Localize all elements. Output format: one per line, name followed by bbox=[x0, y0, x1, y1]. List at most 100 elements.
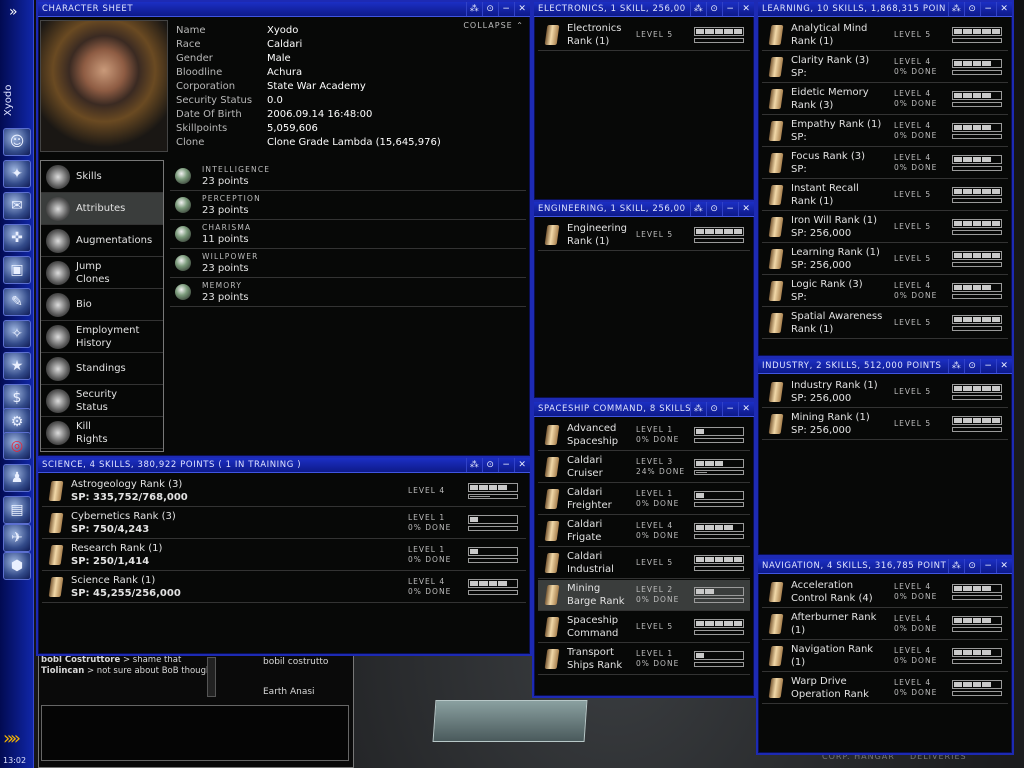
skill-row[interactable]: Focus Rank (3) SP: LEVEL 4 0% DONE bbox=[762, 148, 1008, 179]
close-icon[interactable]: ✕ bbox=[996, 359, 1012, 373]
options-icon[interactable]: ⊙ bbox=[482, 458, 498, 472]
skill-row[interactable]: Navigation Rank (1) LEVEL 4 0% DONE bbox=[762, 641, 1008, 672]
chat-scrollbar[interactable] bbox=[207, 657, 216, 697]
double-chevron-icon[interactable]: » bbox=[9, 4, 18, 20]
pin-icon[interactable]: ⁂ bbox=[466, 2, 482, 16]
close-icon[interactable]: ✕ bbox=[514, 458, 530, 472]
member-list[interactable]: bobil costrutto Earth Anasi bbox=[223, 655, 349, 699]
minimize-icon[interactable]: − bbox=[980, 359, 996, 373]
skill-row[interactable]: Advanced Spaceship LEVEL 1 0% DONE bbox=[538, 420, 750, 451]
skill-row[interactable]: Caldari Industrial LEVEL 5 bbox=[538, 548, 750, 579]
chat-message-list[interactable]: bobl Costruttore > shame that Tiolincan … bbox=[41, 655, 217, 699]
portrait-icon[interactable]: ☺ bbox=[3, 128, 31, 156]
mail-icon[interactable]: ✉ bbox=[3, 192, 31, 220]
pin-icon[interactable]: ⁂ bbox=[690, 202, 706, 216]
engineering-titlebar[interactable]: ENGINEERING, 1 SKILL, 256,00 ⁂ ⊙ − ✕ bbox=[534, 202, 754, 217]
learning-titlebar[interactable]: LEARNING, 10 SKILLS, 1,868,315 POIN ⁂ ⊙ − ✕ bbox=[758, 2, 1012, 17]
ship-hangar-icon[interactable]: ⬢ bbox=[3, 552, 31, 580]
close-icon[interactable]: ✕ bbox=[996, 2, 1012, 16]
skill-row[interactable]: Caldari Frigate LEVEL 4 0% DONE bbox=[538, 516, 750, 547]
navigation-titlebar[interactable]: NAVIGATION, 4 SKILLS, 316,785 POINT ⁂ ⊙ − ✕ bbox=[758, 559, 1012, 574]
minimize-icon[interactable]: − bbox=[722, 202, 738, 216]
character-sheet-titlebar[interactable]: CHARACTER SHEET ⁂ ⊙ − ✕ bbox=[38, 2, 530, 17]
pin-icon[interactable]: ⁂ bbox=[948, 2, 964, 16]
minimize-icon[interactable]: − bbox=[980, 559, 996, 573]
nav-item-security[interactable]: Security Status bbox=[41, 385, 163, 417]
nav-item-bio[interactable]: Bio bbox=[41, 289, 163, 321]
skill-row[interactable]: Learning Rank (1) SP: 256,000 LEVEL 5 bbox=[762, 244, 1008, 275]
skill-row[interactable]: Mining Rank (1) SP: 256,000 LEVEL 5 bbox=[762, 409, 1008, 440]
skill-row[interactable]: Logic Rank (3) SP: LEVEL 4 0% DONE bbox=[762, 276, 1008, 307]
chat-author[interactable]: bobl Costruttore bbox=[41, 655, 120, 665]
minimize-icon[interactable]: − bbox=[722, 402, 738, 416]
options-icon[interactable]: ⊙ bbox=[706, 2, 722, 16]
skill-row[interactable]: Spaceship Command LEVEL 5 bbox=[538, 612, 750, 643]
skill-row[interactable]: Warp Drive Operation Rank LEVEL 4 0% DONE bbox=[762, 673, 1008, 704]
nav-item-employment[interactable]: Employment History bbox=[41, 321, 163, 353]
help-ring-icon[interactable]: ◎ bbox=[3, 432, 31, 460]
map-icon[interactable]: ✧ bbox=[3, 320, 31, 348]
skill-row[interactable]: Instant Recall Rank (1) LEVEL 5 bbox=[762, 180, 1008, 211]
skill-row[interactable]: Afterburner Rank (1) LEVEL 4 0% DONE bbox=[762, 609, 1008, 640]
minimize-icon[interactable]: − bbox=[722, 2, 738, 16]
skill-row[interactable]: Caldari Freighter LEVEL 1 0% DONE bbox=[538, 484, 750, 515]
nav-item-standings[interactable]: Standings bbox=[41, 353, 163, 385]
science-titlebar[interactable]: SCIENCE, 4 SKILLS, 380,922 POINTS ( 1 IN… bbox=[38, 458, 530, 473]
skill-row[interactable]: Spatial Awareness Rank (1) LEVEL 5 bbox=[762, 308, 1008, 339]
attribute-row[interactable]: INTELLIGENCE 23 points bbox=[170, 162, 526, 191]
close-icon[interactable]: ✕ bbox=[738, 2, 754, 16]
nav-item-kill[interactable]: Kill Rights bbox=[41, 417, 163, 449]
skill-row[interactable]: Transport Ships Rank LEVEL 1 0% DONE bbox=[538, 644, 750, 675]
pin-icon[interactable]: ⁂ bbox=[948, 559, 964, 573]
close-icon[interactable]: ✕ bbox=[514, 2, 530, 16]
close-icon[interactable]: ✕ bbox=[738, 202, 754, 216]
skill-row[interactable]: Cybernetics Rank (3) SP: 750/4,243 LEVEL 1… bbox=[42, 508, 526, 539]
options-icon[interactable]: ⊙ bbox=[964, 559, 980, 573]
attribute-row[interactable]: CHARISMA 11 points bbox=[170, 220, 526, 249]
skill-row[interactable]: Analytical Mind Rank (1) LEVEL 5 bbox=[762, 20, 1008, 51]
notepad-icon[interactable]: ✎ bbox=[3, 288, 31, 316]
corp-icon[interactable]: ♟ bbox=[3, 464, 31, 492]
fitting-icon[interactable]: ✈ bbox=[3, 524, 31, 552]
minimize-icon[interactable]: − bbox=[980, 2, 996, 16]
people-icon[interactable]: ✦ bbox=[3, 160, 31, 188]
attribute-row[interactable]: PERCEPTION 23 points bbox=[170, 191, 526, 220]
skill-row[interactable]: Electronics Rank (1) LEVEL 5 bbox=[538, 20, 750, 51]
market-icon[interactable]: ✜ bbox=[3, 224, 31, 252]
close-icon[interactable]: ✕ bbox=[738, 402, 754, 416]
expand-arrows-icon[interactable]: »» bbox=[3, 728, 21, 749]
journal-icon[interactable]: ▤ bbox=[3, 496, 31, 524]
electronics-titlebar[interactable]: ELECTRONICS, 1 SKILL, 256,00 ⁂ ⊙ − ✕ bbox=[534, 2, 754, 17]
skill-row[interactable]: Mining Barge Rank LEVEL 2 0% DONE bbox=[538, 580, 750, 611]
skill-row[interactable]: Eidetic Memory Rank (3) LEVEL 4 0% DONE bbox=[762, 84, 1008, 115]
collapse-button[interactable]: COLLAPSE ⌃ bbox=[463, 21, 524, 30]
assets-icon[interactable]: ▣ bbox=[3, 256, 31, 284]
skill-row[interactable]: Science Rank (1) SP: 45,255/256,000 LEVEL … bbox=[42, 572, 526, 603]
options-icon[interactable]: ⊙ bbox=[482, 2, 498, 16]
nav-item-skills[interactable]: Skills bbox=[41, 161, 163, 193]
minimize-icon[interactable]: − bbox=[498, 2, 514, 16]
chat-input[interactable] bbox=[41, 705, 349, 761]
skill-row[interactable]: Caldari Cruiser LEVEL 3 24% DONE bbox=[538, 452, 750, 483]
attribute-row[interactable]: MEMORY 23 points bbox=[170, 278, 526, 307]
skill-row[interactable]: Astrogeology Rank (3) SP: 335,752/768,000… bbox=[42, 476, 526, 507]
nav-item-augmentations[interactable]: Augmentations bbox=[41, 225, 163, 257]
pin-icon[interactable]: ⁂ bbox=[690, 2, 706, 16]
skill-row[interactable]: Acceleration Control Rank (4) LEVEL 4 0% D… bbox=[762, 577, 1008, 608]
options-icon[interactable]: ⊙ bbox=[964, 359, 980, 373]
member-item[interactable]: bobil costrutto bbox=[263, 657, 328, 667]
pin-icon[interactable]: ⁂ bbox=[466, 458, 482, 472]
close-icon[interactable]: ✕ bbox=[996, 559, 1012, 573]
info-value[interactable]: State War Academy bbox=[267, 80, 366, 94]
pin-icon[interactable]: ⁂ bbox=[690, 402, 706, 416]
skill-row[interactable]: Clarity Rank (3) SP: LEVEL 4 0% DONE bbox=[762, 52, 1008, 83]
options-icon[interactable]: ⊙ bbox=[964, 2, 980, 16]
options-icon[interactable]: ⊙ bbox=[706, 402, 722, 416]
skill-row[interactable]: Industry Rank (1) SP: 256,000 LEVEL 5 bbox=[762, 377, 1008, 408]
member-item[interactable]: Earth Anasi bbox=[263, 687, 315, 697]
pin-icon[interactable]: ⁂ bbox=[948, 359, 964, 373]
options-icon[interactable]: ⊙ bbox=[706, 202, 722, 216]
starmap-icon[interactable]: ★ bbox=[3, 352, 31, 380]
minimize-icon[interactable]: − bbox=[498, 458, 514, 472]
attribute-row[interactable]: WILLPOWER 23 points bbox=[170, 249, 526, 278]
